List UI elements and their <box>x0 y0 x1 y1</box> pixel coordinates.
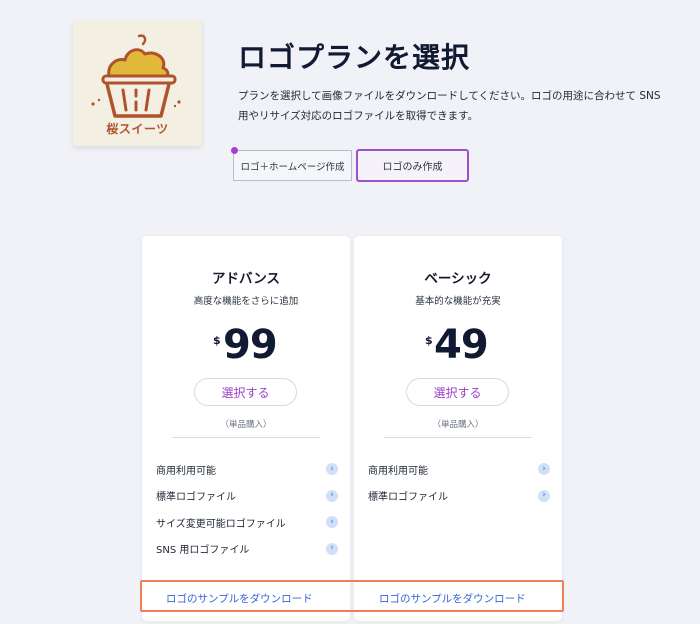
plan-card-basic: ベーシック 基本的な機能が充実 $ 49 選択する （単品購入） 商用利用可能 … <box>354 236 562 621</box>
toggle-indicator-dot <box>231 147 238 154</box>
page-title: ロゴプランを選択 <box>238 41 471 74</box>
chevron-right-icon[interactable]: › <box>326 516 338 529</box>
feature-label: 標準ロゴファイル <box>368 492 448 504</box>
divider <box>384 437 532 438</box>
plan-name: ベーシック <box>424 271 492 287</box>
select-plan-button[interactable]: 選択する <box>406 378 509 406</box>
divider <box>172 437 320 438</box>
price-currency: $ <box>213 334 221 347</box>
feature-list: 商用利用可能 › 標準ロゴファイル › サイズ変更可能ロゴファイル › SNS … <box>156 456 338 562</box>
plan-card-advanced: アドバンス 高度な機能をさらに追加 $ 99 選択する （単品購入） 商用利用可… <box>142 236 350 621</box>
chevron-right-icon[interactable]: › <box>326 489 338 502</box>
feature-label: SNS 用ロゴファイル <box>156 545 250 557</box>
feature-item[interactable]: 標準ロゴファイル › <box>156 483 338 510</box>
chevron-right-icon[interactable]: › <box>538 463 550 476</box>
feature-item[interactable]: 商用利用可能 › <box>368 456 550 483</box>
plan-price: $ 49 <box>354 322 562 372</box>
price-amount: 99 <box>223 322 278 368</box>
toggle-logo-and-homepage[interactable]: ロゴ＋ホームページ作成 <box>233 150 352 181</box>
price-currency: $ <box>425 334 433 347</box>
plan-name: アドバンス <box>212 271 280 287</box>
plan-subtitle: 基本的な機能が充実 <box>415 296 501 307</box>
toggle-logo-only[interactable]: ロゴのみ作成 <box>356 149 469 182</box>
feature-list: 商用利用可能 › 標準ロゴファイル › <box>368 456 550 509</box>
feature-label: 商用利用可能 <box>368 465 428 477</box>
chevron-right-icon[interactable]: › <box>538 489 550 502</box>
logo-text: 桜スイーツ <box>106 122 169 136</box>
plan-subtitle: 高度な機能をさらに追加 <box>193 296 299 307</box>
feature-item[interactable]: 標準ロゴファイル › <box>368 483 550 510</box>
download-sample-link-advanced[interactable]: ロゴのサンプルをダウンロード <box>166 591 313 606</box>
download-sample-link-basic[interactable]: ロゴのサンプルをダウンロード <box>379 591 526 606</box>
plan-price: $ 99 <box>142 322 350 372</box>
page-description: プランを選択して画像ファイルをダウンロードしてください。ロゴの用途に合わせて S… <box>238 90 661 122</box>
feature-label: 標準ロゴファイル <box>156 492 236 504</box>
feature-label: 商用利用可能 <box>156 465 216 477</box>
feature-item[interactable]: 商用利用可能 › <box>156 456 338 483</box>
purchase-note: （単品購入） <box>220 420 272 430</box>
select-plan-button[interactable]: 選択する <box>194 378 297 406</box>
chevron-right-icon[interactable]: › <box>326 463 338 476</box>
feature-item[interactable]: サイズ変更可能ロゴファイル › <box>156 509 338 536</box>
purchase-note: （単品購入） <box>432 420 484 430</box>
logo-image: 桜スイーツ <box>73 20 202 146</box>
feature-label: サイズ変更可能ロゴファイル <box>156 518 286 530</box>
price-amount: 49 <box>434 322 489 368</box>
chevron-right-icon[interactable]: › <box>326 542 338 555</box>
feature-item[interactable]: SNS 用ロゴファイル › <box>156 536 338 563</box>
